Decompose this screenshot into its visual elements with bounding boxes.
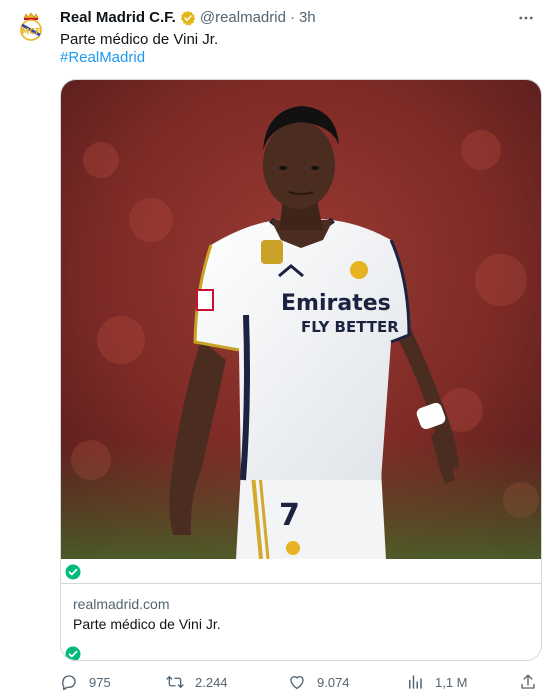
- analytics-icon: [406, 673, 424, 691]
- reply-icon: [60, 673, 78, 691]
- more-options-icon[interactable]: [515, 8, 537, 28]
- reply-button[interactable]: 975: [60, 672, 111, 692]
- retweet-count: 2.244: [195, 674, 228, 690]
- reply-count: 975: [89, 674, 111, 690]
- like-button[interactable]: 9.074: [288, 672, 350, 692]
- separator-dot: ·: [289, 9, 295, 26]
- tweet-header: Real Madrid C.F. @realmadrid · 3h: [60, 8, 537, 28]
- card-domain[interactable]: realmadrid.com: [73, 595, 169, 613]
- card-title[interactable]: Parte médico de Vini Jr.: [73, 615, 221, 633]
- tweet-actions: 975 2.244 9.074 1,1 M: [60, 672, 542, 692]
- green-check-icon: [65, 646, 81, 660]
- player-photo[interactable]: 7 Emirates FLY BETTER: [61, 80, 541, 559]
- real-madrid-crest-icon[interactable]: MCF: [14, 10, 48, 44]
- link-card[interactable]: 7 Emirates FLY BETTER realmadrid.com Par…: [60, 79, 542, 661]
- author-name[interactable]: Real Madrid C.F.: [60, 8, 176, 28]
- like-count: 9.074: [317, 674, 350, 690]
- retweet-button[interactable]: 2.244: [166, 672, 228, 692]
- share-icon: [519, 673, 537, 691]
- card-divider: [61, 583, 541, 584]
- gold-verified-badge-icon[interactable]: [180, 10, 196, 26]
- share-button[interactable]: [519, 672, 547, 692]
- author-handle[interactable]: @realmadrid: [200, 8, 286, 28]
- retweet-icon: [166, 673, 184, 691]
- views-button[interactable]: 1,1 M: [406, 672, 468, 692]
- heart-icon: [288, 673, 306, 691]
- tweet[interactable]: MCF Real Madrid C.F. @realmadrid · 3h Pa…: [0, 0, 547, 696]
- tweet-time[interactable]: 3h: [299, 8, 316, 28]
- svg-text:MCF: MCF: [21, 27, 40, 36]
- svg-text:7: 7: [279, 498, 300, 533]
- hashtag-link[interactable]: #RealMadrid: [60, 48, 145, 68]
- tweet-text: Parte médico de Vini Jr.: [60, 31, 219, 48]
- views-count: 1,1 M: [435, 674, 468, 690]
- green-check-icon: [65, 564, 81, 585]
- svg-text:Emirates: Emirates: [281, 291, 391, 316]
- svg-text:FLY BETTER: FLY BETTER: [301, 318, 399, 336]
